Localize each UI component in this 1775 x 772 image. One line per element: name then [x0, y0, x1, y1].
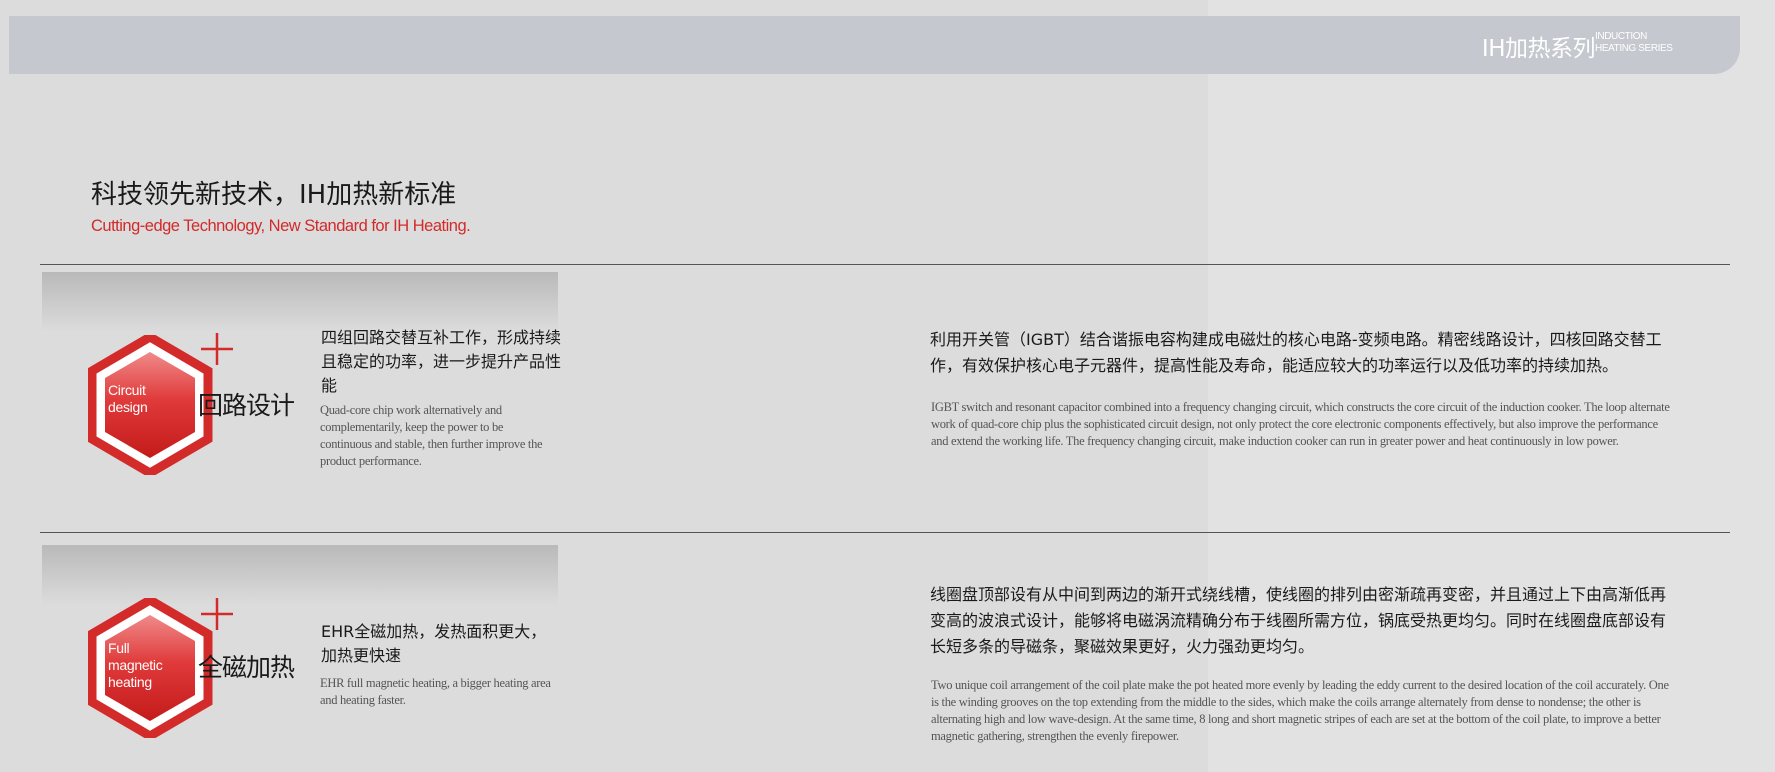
divider [40, 532, 1730, 533]
plus-icon [201, 598, 233, 630]
badge-label: Circuit design [108, 382, 148, 415]
feature-detail-en: Two unique coil arrangement of the coil … [931, 678, 1669, 743]
plus-icon [201, 333, 233, 365]
feature-banner [42, 272, 558, 332]
feature-summary-cn: 四组回路交替互补工作，形成持续且稳定的功率，进一步提升产品性能 [321, 328, 562, 395]
feature-detail-en: IGBT switch and resonant capacitor combi… [931, 400, 1670, 448]
feature-summary-cn: EHR全磁加热，发热面积更大，加热更快速 [321, 622, 547, 665]
series-title: IH加热系列 [1481, 36, 1596, 62]
series-subtitle: INDUCTION HEATING SERIES [1595, 31, 1673, 54]
feature-circuit-design: Circuit design 回路设计 四组回路交替互补工作，形成持续且稳定的功… [0, 272, 1775, 522]
feature-title: 回路设计 [198, 391, 295, 420]
hexagon-plus-icon: Full magnetic heating [88, 598, 213, 738]
feature-detail-cn: 线圈盘顶部设有从中间到两边的渐开式绕线槽，使线圈的排列由密渐疏再变密，并且通过上… [930, 585, 1667, 656]
feature-detail-cn: 利用开关管（IGBT）结合谐振电容构建成电磁灶的核心电路-变频电路。精密线路设计… [930, 330, 1662, 375]
page-subtitle: Cutting-edge Technology, New Standard fo… [91, 217, 471, 235]
feature-banner [42, 545, 558, 605]
page-title: 科技领先新技术，IH加热新标准 [91, 180, 457, 210]
hexagon-plus-icon: Circuit design [88, 335, 213, 475]
feature-summary-en: Quad-core chip work alternatively and co… [320, 403, 543, 468]
feature-summary-en: EHR full magnetic heating, a bigger heat… [320, 676, 551, 707]
feature-title: 全磁加热 [198, 653, 295, 682]
badge-label: Full magnetic heating [108, 640, 163, 690]
feature-full-magnetic-heating: Full magnetic heating 全磁加热 EHR全磁加热，发热面积更… [0, 545, 1775, 772]
divider [40, 264, 1730, 265]
header-bar: IH加热系列 INDUCTION HEATING SERIES [9, 16, 1740, 74]
